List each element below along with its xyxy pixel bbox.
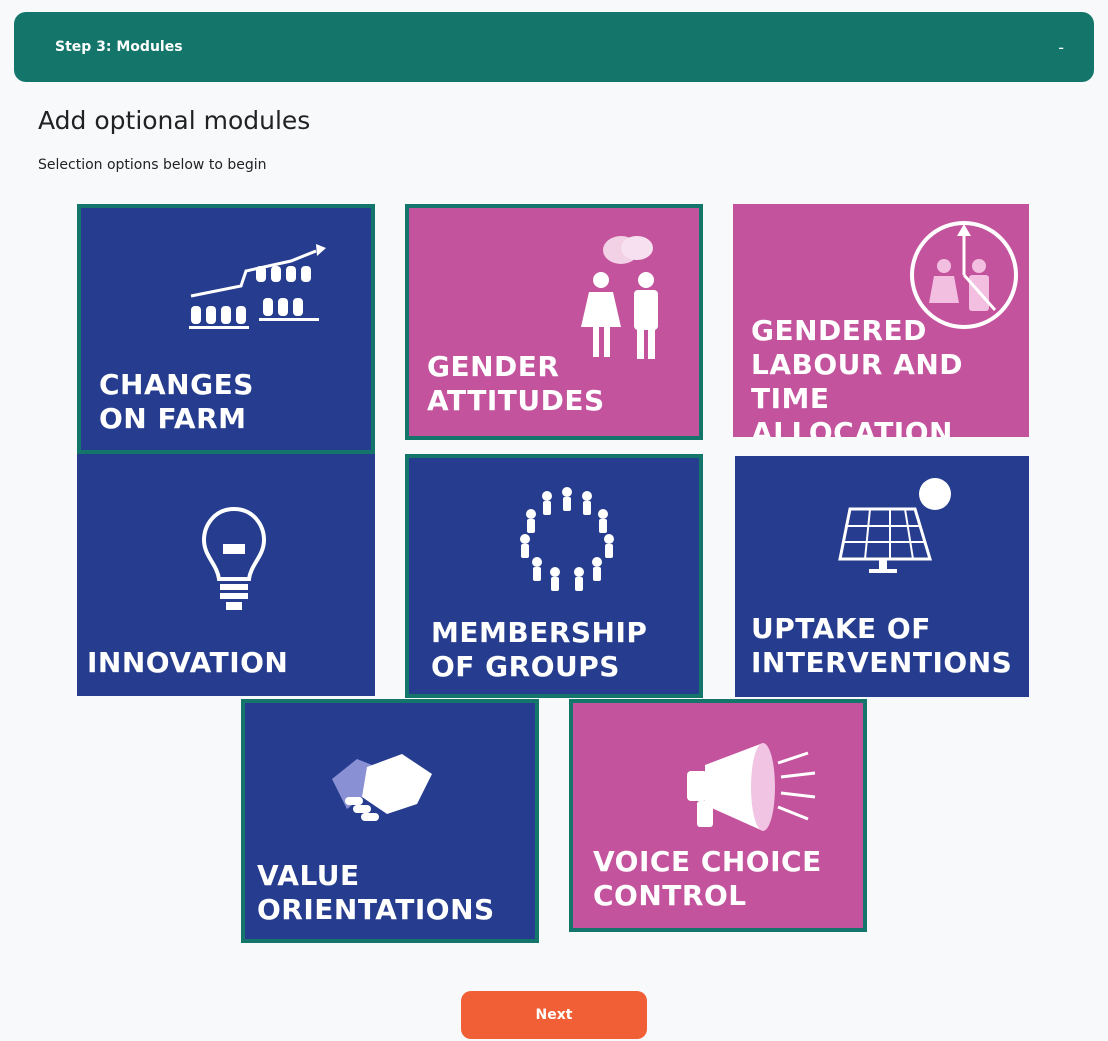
module-tile-innovation[interactable]: INNOVATION bbox=[77, 454, 375, 696]
step-header[interactable]: Step 3: Modules - bbox=[14, 12, 1094, 82]
gender-people-icon bbox=[581, 236, 658, 359]
module-label: MEMBERSHIP OF GROUPS bbox=[431, 616, 648, 683]
module-label: GENDERED LABOUR AND TIME ALLOCATION bbox=[751, 314, 964, 437]
farm-growth-icon bbox=[189, 244, 326, 329]
module-tile-membership-of-groups[interactable]: MEMBERSHIP OF GROUPS bbox=[405, 454, 703, 698]
module-tile-changes-on-farm[interactable]: CHANGES ON FARM bbox=[77, 204, 375, 454]
module-label: VOICE CHOICE CONTROL bbox=[593, 845, 822, 912]
next-button[interactable]: Next bbox=[461, 991, 647, 1039]
group-circle-icon bbox=[520, 487, 614, 591]
module-label: VALUE ORIENTATIONS bbox=[257, 859, 495, 926]
module-tile-gendered-labour[interactable]: GENDERED LABOUR AND TIME ALLOCATION bbox=[733, 204, 1029, 437]
module-label: UPTAKE OF INTERVENTIONS bbox=[751, 612, 1013, 679]
module-label: GENDER ATTITUDES bbox=[427, 350, 605, 417]
module-tile-voice-choice-control[interactable]: VOICE CHOICE CONTROL bbox=[569, 699, 867, 932]
step-title: Step 3: Modules bbox=[55, 39, 183, 55]
module-label: CHANGES ON FARM bbox=[99, 368, 254, 435]
solar-panel-icon bbox=[838, 478, 951, 573]
module-label: INNOVATION bbox=[87, 646, 289, 679]
handshake-icon bbox=[332, 754, 432, 821]
module-tile-gender-attitudes[interactable]: GENDER ATTITUDES bbox=[405, 204, 703, 440]
page-title: Add optional modules bbox=[38, 106, 311, 135]
collapse-toggle[interactable]: - bbox=[1058, 38, 1064, 57]
megaphone-icon bbox=[687, 743, 816, 831]
module-tile-uptake-of-interventions[interactable]: UPTAKE OF INTERVENTIONS bbox=[735, 456, 1029, 697]
page-subtitle: Selection options below to begin bbox=[38, 157, 267, 173]
light-bulb-icon bbox=[201, 506, 267, 610]
module-tile-value-orientations[interactable]: VALUE ORIENTATIONS bbox=[241, 699, 539, 943]
